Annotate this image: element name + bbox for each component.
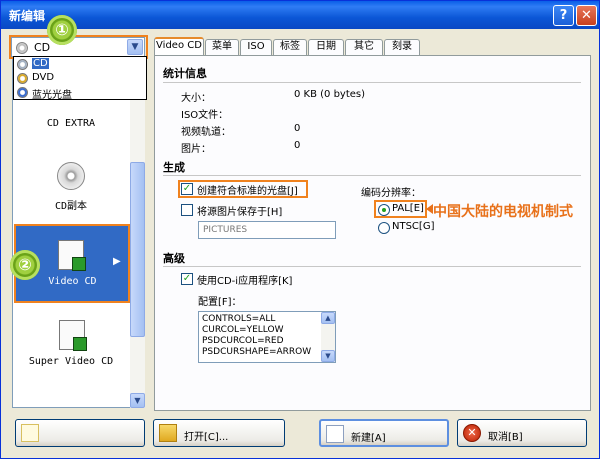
folder-icon — [159, 424, 177, 442]
annotation-text: 中国大陆的电视机制式 — [433, 204, 573, 220]
tab-misc[interactable]: 其它 — [345, 39, 383, 55]
config-line: CURCOL=YELLOW — [202, 325, 284, 335]
help-button[interactable]: ? — [553, 5, 574, 26]
config-label: 配置[F]： — [198, 297, 242, 308]
super-video-cd-icon — [59, 320, 87, 351]
section-title-generate: 生成 — [163, 161, 185, 174]
tab-label[interactable]: 标签 — [273, 39, 307, 55]
cancel-icon: ✕ — [463, 424, 481, 442]
video-tracks-label: 视频轨道： — [181, 127, 231, 138]
highlight-box-standard-disc — [178, 180, 308, 198]
ntsc-label[interactable]: NTSC[G] — [392, 221, 434, 232]
project-icon — [21, 424, 39, 442]
open-button[interactable]: 打开[C]... — [153, 419, 285, 447]
option-label: DVD — [32, 72, 55, 83]
save-images-checkbox[interactable] — [181, 204, 193, 216]
new-compilation-dialog: 新编辑 ? ✕ CD EXTRA CD副本 Super Video CD Vid… — [0, 0, 600, 459]
scroll-thumb[interactable] — [130, 162, 145, 337]
divider — [163, 175, 581, 176]
iso-file-label: ISO文件： — [181, 110, 229, 121]
list-scrollbar[interactable]: ▲ ▼ — [130, 57, 145, 408]
size-value: 0 KB (0 bytes) — [294, 89, 366, 100]
size-label: 大小： — [181, 93, 211, 104]
bluray-disc-icon — [17, 87, 28, 98]
tab-iso[interactable]: ISO — [240, 39, 272, 55]
section-title-advanced: 高级 — [163, 252, 185, 265]
video-tracks-value: 0 — [294, 123, 301, 134]
cd-disc-icon — [17, 59, 28, 70]
tab-video-cd[interactable]: Video CD — [154, 37, 204, 56]
config-line: PSDCURCOL=RED — [202, 336, 284, 346]
option-label: 蓝光光盘 — [32, 90, 72, 101]
new-button[interactable]: 新建[A] — [319, 419, 449, 447]
config-line: CONTROLS=ALL — [202, 314, 276, 324]
open-button-label: 打开[C]... — [184, 432, 229, 443]
divider — [163, 266, 581, 267]
tab-burn[interactable]: 刻录 — [384, 39, 420, 55]
pictures-value: 0 — [294, 140, 301, 151]
cancel-button[interactable]: ✕ 取消[B] — [457, 419, 587, 447]
option-cd[interactable]: CD — [14, 58, 146, 72]
cdi-label[interactable]: 使用CD-i应用程序[K] — [197, 272, 292, 287]
step-badge-1: ① — [47, 15, 77, 45]
ntsc-radio[interactable] — [378, 222, 390, 234]
option-bluray[interactable]: 蓝光光盘 — [14, 86, 146, 101]
annotation-arrow-icon — [426, 204, 433, 214]
config-line: PSDCURSHAPE=ARROW — [202, 347, 312, 357]
cancel-button-label: 取消[B] — [488, 432, 523, 443]
pictures-folder-input[interactable]: PICTURES — [198, 221, 336, 239]
config-scrollbar[interactable]: ▲ ▼ — [321, 312, 335, 362]
section-title-stats: 统计信息 — [163, 67, 207, 80]
scroll-down-button[interactable]: ▼ — [321, 350, 335, 362]
pictures-label: 图片： — [181, 144, 211, 155]
cd-copy-icon — [57, 162, 85, 190]
list-item-super-video-cd[interactable]: Super Video CD — [13, 356, 129, 367]
tab-date[interactable]: 日期 — [308, 39, 344, 55]
new-button-label: 新建[A] — [351, 433, 386, 444]
list-item-cd-copy[interactable]: CD副本 — [13, 197, 129, 212]
dvd-disc-icon — [17, 73, 28, 84]
scroll-down-button[interactable]: ▼ — [130, 393, 145, 408]
title-bar[interactable]: 新编辑 ? ✕ — [1, 1, 599, 29]
step-badge-2: ② — [10, 250, 40, 280]
close-button[interactable]: ✕ — [576, 5, 597, 26]
save-images-label[interactable]: 将源图片保存于[H] — [197, 203, 282, 218]
scroll-up-button[interactable]: ▲ — [321, 312, 335, 324]
tab-menu[interactable]: 菜单 — [205, 39, 239, 55]
window-title: 新编辑 — [9, 9, 46, 23]
new-document-icon — [326, 425, 344, 443]
highlight-box-pal — [374, 200, 427, 218]
list-item-cd-extra[interactable]: CD EXTRA — [13, 118, 129, 129]
divider — [163, 82, 581, 83]
disc-type-dropdown[interactable]: CD DVD 蓝光光盘 — [13, 56, 147, 101]
resolution-label: 编码分辨率： — [361, 188, 421, 199]
project-button[interactable] — [15, 419, 145, 447]
cdi-checkbox[interactable]: ✓ — [181, 273, 193, 285]
option-label: CD — [32, 58, 49, 69]
config-listbox[interactable]: CONTROLS=ALL CURCOL=YELLOW PSDCURCOL=RED… — [198, 311, 336, 363]
option-dvd[interactable]: DVD — [14, 72, 146, 86]
